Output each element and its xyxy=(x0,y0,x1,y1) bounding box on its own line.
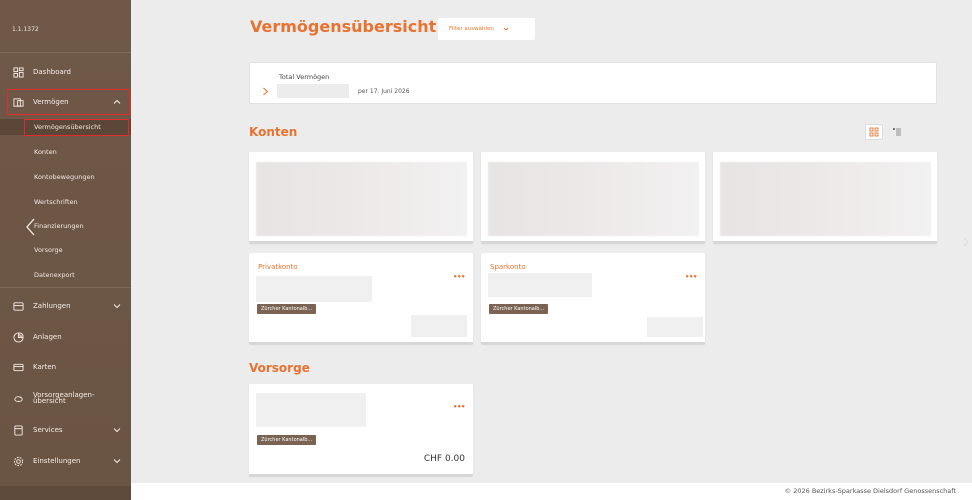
chevron-right-icon[interactable] xyxy=(963,232,969,247)
total-assets-card[interactable]: Total Vermögen per 17. Juni 2026 xyxy=(249,62,937,104)
sidebar-subitem-label: Wertschriften xyxy=(34,198,78,206)
payments-icon xyxy=(13,301,24,312)
sidebar-item-anlagen[interactable]: Anlagen xyxy=(0,327,131,347)
bank-badge: Zürcher Kantonalb... xyxy=(489,304,549,314)
sidebar-subitem-kontobewegungen[interactable]: Kontobewegungen xyxy=(0,169,131,185)
bank-badge: Zürcher Kantonalb... xyxy=(257,304,317,314)
more-options-icon[interactable]: ••• xyxy=(453,403,465,411)
footer: © 2026 Bezirks-Sparkasse Dielsdorf Genos… xyxy=(131,483,972,500)
sidebar-subitem-vorsorge[interactable]: Vorsorge xyxy=(0,242,131,258)
chevron-down-icon xyxy=(503,26,509,32)
section-title-konten: Konten xyxy=(249,125,298,139)
redacted-value xyxy=(277,84,349,98)
dashboard-icon xyxy=(13,66,24,78)
account-name: Sparkonto xyxy=(490,263,526,271)
sidebar-subitem-datenexport[interactable]: Datenexport xyxy=(0,267,131,283)
sidebar-subitem-label: Kontobewegungen xyxy=(34,173,95,181)
grid-view-toggle[interactable] xyxy=(865,124,883,140)
sidebar-subitem-label: Konten xyxy=(34,148,57,156)
more-options-icon[interactable]: ••• xyxy=(685,273,697,281)
app-version: 1.1.1372 xyxy=(12,26,39,33)
chevron-down-icon xyxy=(113,302,121,310)
total-assets-label: Total Vermögen xyxy=(279,73,330,81)
balance-amount: CHF 0.00 xyxy=(423,454,465,464)
investments-icon xyxy=(13,331,24,343)
sidebar-item-vorsorgeanlagen[interactable]: Vorsorgeanlagen-übersicht xyxy=(0,388,131,408)
bank-badge: Zürcher Kantonalb... xyxy=(257,435,317,445)
chevron-down-icon xyxy=(113,426,121,434)
card-border xyxy=(713,241,937,243)
highlight-box xyxy=(7,89,130,115)
list-view-toggle[interactable] xyxy=(888,124,906,140)
sidebar-item-label: Zahlungen xyxy=(33,302,71,310)
sidebar-item-dashboard[interactable]: Dashboard xyxy=(0,62,131,82)
sidebar-subitem-label: Datenexport xyxy=(34,271,75,279)
chevron-down-icon xyxy=(113,457,121,465)
divider xyxy=(0,52,131,53)
sidebar-subitem-wertschriften[interactable]: Wertschriften xyxy=(0,194,131,210)
redacted-value xyxy=(411,315,467,337)
redacted-value xyxy=(488,273,592,297)
account-card-redacted[interactable] xyxy=(481,152,705,243)
sidebar-item-einstellungen[interactable]: Einstellungen xyxy=(0,451,131,471)
sidebar-item-label: Karten xyxy=(33,363,57,371)
sidebar-footer xyxy=(0,486,131,500)
redacted-value xyxy=(256,393,366,427)
pension-icon xyxy=(13,393,24,404)
sidebar-subitem-label: Vorsorge xyxy=(34,246,63,254)
account-card-sparkonto[interactable]: Sparkonto ••• Zürcher Kantonalb... xyxy=(481,253,705,344)
account-card-privatkonto[interactable]: Privatkonto ••• Zürcher Kantonalb... xyxy=(249,253,473,344)
section-title-vorsorge: Vorsorge xyxy=(249,361,310,375)
total-assets-date: per 17. Juni 2026 xyxy=(358,88,410,95)
sidebar-item-zahlungen[interactable]: Zahlungen xyxy=(0,296,131,316)
redacted-content xyxy=(488,162,699,236)
sidebar-item-label: Services xyxy=(33,426,63,434)
card-border xyxy=(249,342,473,344)
settings-icon xyxy=(13,456,24,467)
vorsorge-card[interactable]: ••• Zürcher Kantonalb... CHF 0.00 xyxy=(249,384,473,476)
redacted-value xyxy=(256,276,372,302)
card-border xyxy=(249,474,473,476)
filter-dropdown[interactable]: Filter auswählen xyxy=(438,18,535,40)
highlight-box xyxy=(24,119,129,136)
redacted-content xyxy=(256,162,467,236)
sidebar-subitem-konten[interactable]: Konten xyxy=(0,144,131,160)
main-content: Vermögensübersicht Filter auswählen Tota… xyxy=(131,0,972,483)
copyright-text: © 2026 Bezirks-Sparkasse Dielsdorf Genos… xyxy=(784,487,956,495)
sidebar-item-label: Dashboard xyxy=(33,68,71,76)
divider xyxy=(0,287,131,288)
redacted-value xyxy=(647,317,703,337)
sidebar: 1.1.1372 Dashboard Vermögen Vermögensübe… xyxy=(0,0,131,500)
redacted-content xyxy=(720,162,931,236)
card-border xyxy=(481,342,705,344)
card-border xyxy=(249,241,473,243)
sidebar-item-label: Einstellungen xyxy=(33,457,81,465)
chevron-right-icon[interactable] xyxy=(262,81,269,96)
filter-label: Filter auswählen xyxy=(449,26,494,32)
sidebar-item-services[interactable]: Services xyxy=(0,420,131,440)
card-icon xyxy=(13,362,24,373)
sidebar-item-label: Anlagen xyxy=(33,333,62,341)
account-card-redacted[interactable] xyxy=(713,152,937,243)
grid-icon xyxy=(869,127,879,137)
page-title: Vermögensübersicht xyxy=(250,17,437,36)
list-icon xyxy=(893,128,901,136)
card-border xyxy=(481,241,705,243)
sidebar-subitem-label: Finanzierungen xyxy=(34,222,84,230)
services-icon xyxy=(13,424,24,436)
sidebar-item-label: Vorsorgeanlagen-übersicht xyxy=(33,390,95,405)
account-name: Privatkonto xyxy=(258,263,298,271)
account-card-redacted[interactable] xyxy=(249,152,473,243)
sidebar-subitem-finanzierungen[interactable]: Finanzierungen xyxy=(0,218,131,234)
more-options-icon[interactable]: ••• xyxy=(453,273,465,281)
chevron-left-icon[interactable] xyxy=(24,217,36,237)
sidebar-item-karten[interactable]: Karten xyxy=(0,357,131,377)
